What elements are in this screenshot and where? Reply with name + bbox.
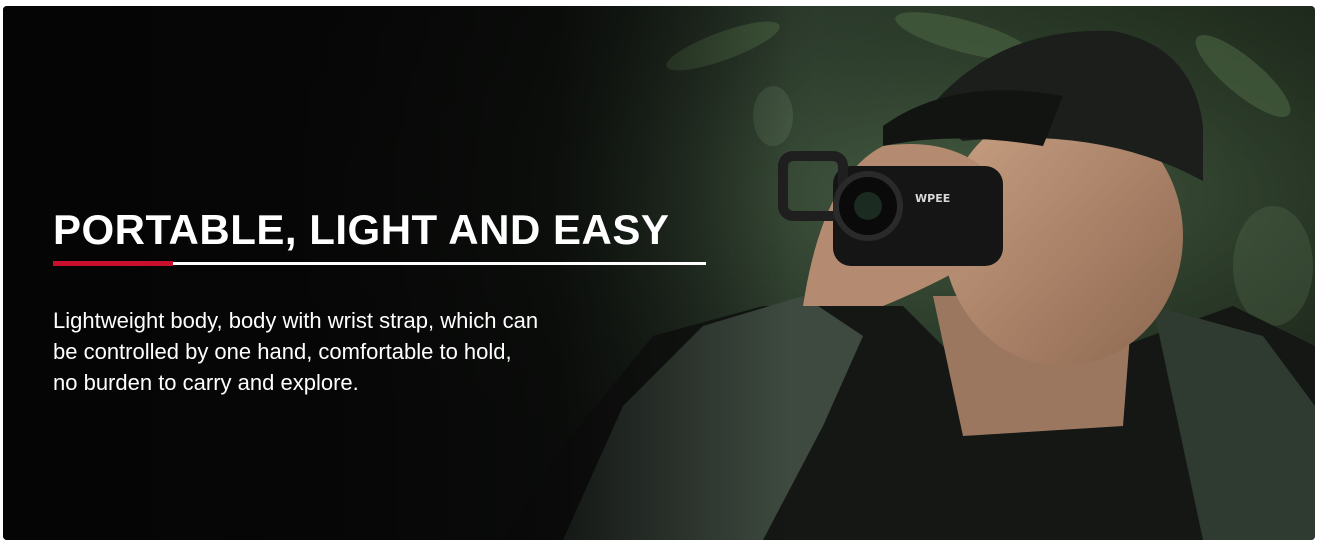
description-line: Lightweight body, body with wrist strap,… xyxy=(53,308,539,333)
banner-description: Lightweight body, body with wrist strap,… xyxy=(53,305,706,398)
title-underline xyxy=(53,261,706,266)
banner-title: PORTABLE, LIGHT AND EASY xyxy=(53,206,670,253)
title-underline-accent xyxy=(53,261,173,266)
banner-copy: PORTABLE, LIGHT AND EASY Lightweight bod… xyxy=(53,206,706,398)
product-banner: WPEE PORTABLE, LIGHT AND EASY Lightweigh… xyxy=(3,6,1315,540)
description-line: no burden to carry and explore. xyxy=(53,370,359,395)
description-line: be controlled by one hand, comfortable t… xyxy=(53,339,512,364)
